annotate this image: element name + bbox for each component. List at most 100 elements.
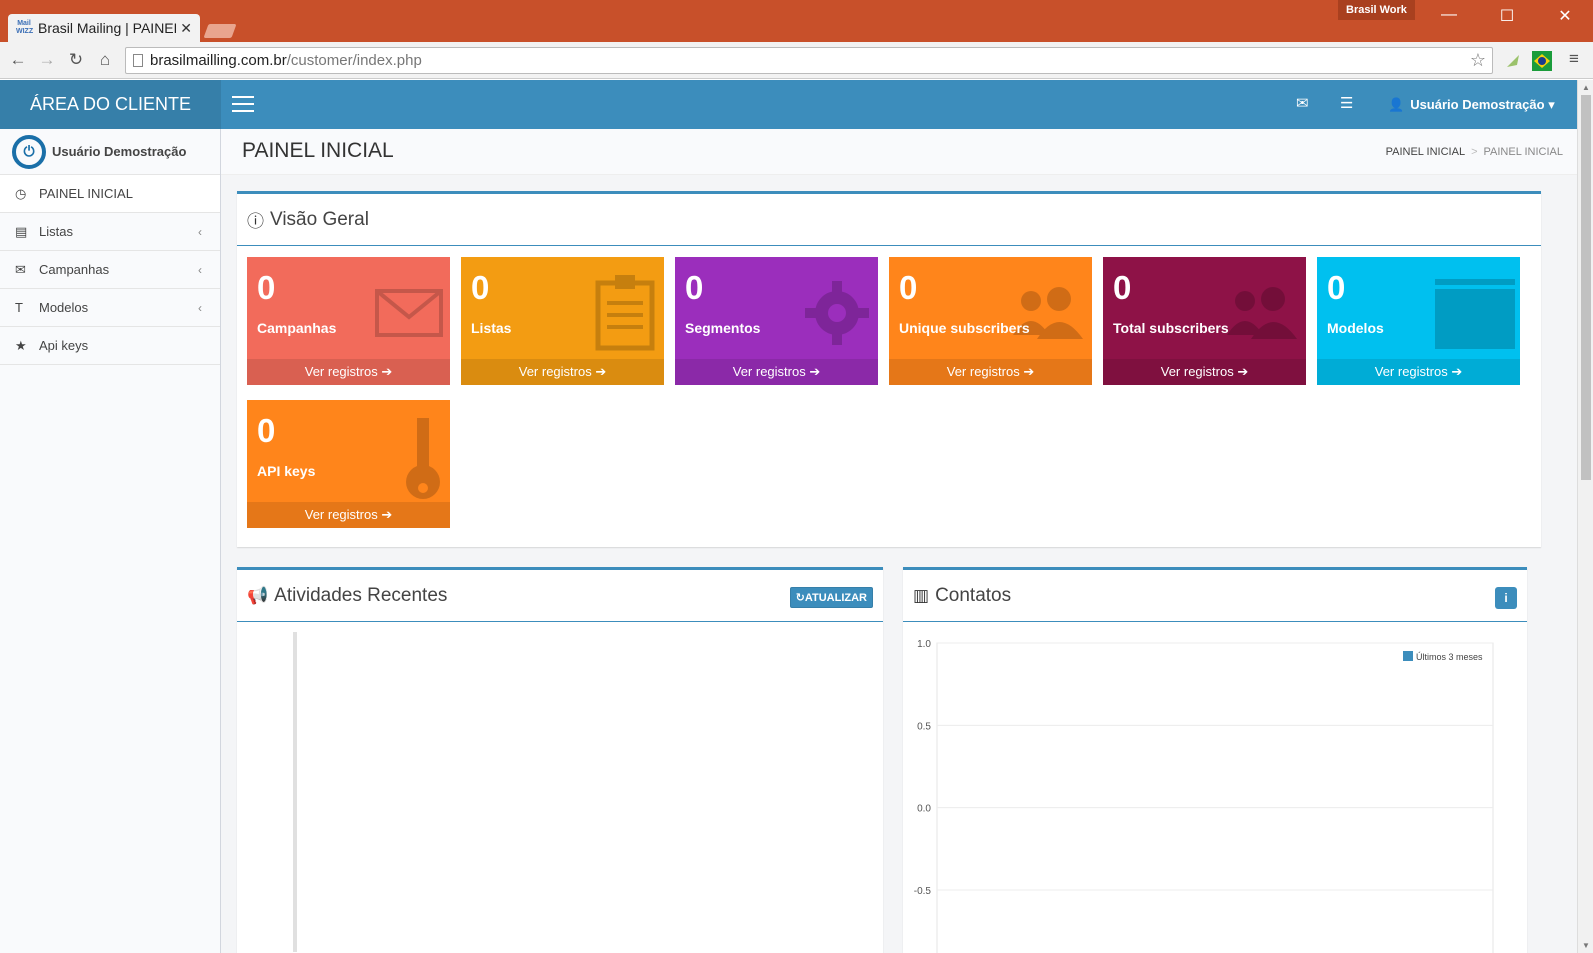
sidebar-user-name: Usuário Demostração [52,144,187,159]
tile-more-link[interactable]: Ver registros ➔ [889,359,1092,385]
forward-icon[interactable]: → [36,50,58,70]
tile-more-link[interactable]: Ver registros ➔ [1103,359,1306,385]
tile-listas: 0 Listas Ver registros ➔ [461,257,664,385]
overview-box: ⓘ Visão Geral 0 Campanhas Ver registros … [237,191,1541,547]
chart-legend-label: Últimos 3 meses [1416,652,1483,662]
clipboard-icon [595,275,655,351]
window-close-icon[interactable]: ✕ [1550,6,1580,26]
timeline-line [293,632,297,952]
app-header: ÁREA DO CLIENTE ✉ ☰ 👤 Usuário Demostração… [0,80,1577,129]
users-icon [1227,287,1297,339]
dashboard-icon: ◷ [15,185,27,201]
profile-badge[interactable]: Brasil Work [1338,0,1415,20]
power-logo-icon: ⏻ [12,134,46,169]
bullhorn-icon: 📢 [247,585,269,605]
tile-campanhas: 0 Campanhas Ver registros ➔ [247,257,450,385]
bookmark-star-icon[interactable]: ☆ [1470,48,1486,73]
tile-label: Modelos [1327,320,1384,336]
sidebar-item-label: Campanhas [39,262,110,277]
info-button[interactable]: i [1495,587,1517,609]
reload-icon[interactable]: ↻ [65,50,87,70]
tile-more-link[interactable]: Ver registros ➔ [1317,359,1520,385]
sidebar: ⏻ Usuário Demostração ◷ PAINEL INICIAL ▤… [0,129,221,953]
main-content: ⓘ Visão Geral 0 Campanhas Ver registros … [221,175,1577,953]
address-bar[interactable]: brasilmailling.com.br/customer/index.php… [125,47,1493,74]
chart-y-tick-label: 0.5 [917,721,931,732]
tile-label: Listas [471,320,512,336]
tile-value: 0 [257,269,276,306]
browser-tab[interactable]: Mail WIZZ Brasil Mailing | PAINEL INICIA… [8,14,200,42]
activities-header: 📢 Atividades Recentes ↻ATUALIZAR [237,570,883,622]
contacts-header: ▥ Contatos i [903,570,1527,622]
minimize-icon[interactable]: — [1434,6,1464,24]
messages-envelope-icon[interactable]: ✉ [1296,94,1309,112]
tile-value: 0 [1113,269,1132,306]
extension-leaf-icon[interactable] [1503,51,1523,71]
scroll-down-icon[interactable]: ▼ [1582,941,1590,950]
chart-y-tick-label: -0.5 [914,886,932,897]
chart-y-tick-label: 0.0 [917,804,931,815]
user-menu-name: Usuário Demostração [1410,97,1545,112]
back-icon[interactable]: ← [7,50,29,70]
arrow-circle-right-icon: ➔ [381,507,393,522]
overview-header: ⓘ Visão Geral [237,194,1541,246]
breadcrumb: PAINEL INICIAL > PAINEL INICIAL [1385,146,1563,158]
browser-menu-icon[interactable]: ≡ [1563,49,1585,69]
chart-y-tick-label: 1.0 [917,639,931,650]
new-tab-button[interactable] [203,24,237,38]
arrow-circle-right-icon: ➔ [1451,364,1463,379]
tile-value: 0 [899,269,918,306]
favicon-icon: Mail WIZZ [16,20,34,35]
user-icon: 👤 [1388,97,1405,112]
scroll-up-icon[interactable]: ▲ [1582,83,1590,92]
tile-more-link[interactable]: Ver registros ➔ [247,359,450,385]
tile-more-link[interactable]: Ver registros ➔ [675,359,878,385]
envelope-icon [375,289,443,337]
browser-titlebar: Mail WIZZ Brasil Mailing | PAINEL INICIA… [0,0,1593,42]
tile-modelos: 0 Modelos Ver registros ➔ [1317,257,1520,385]
sidebar-item-campanhas[interactable]: ✉ Campanhas ‹ [0,251,220,289]
sidebar-item-api-keys[interactable]: ★ Api keys [0,327,220,365]
recent-activities-box: 📢 Atividades Recentes ↻ATUALIZAR [237,567,883,953]
tile-label: Total subscribers [1113,320,1229,336]
star-icon: ★ [15,337,27,353]
tile-more-link[interactable]: Ver registros ➔ [247,502,450,528]
tile-unique-subscribers: 0 Unique subscribers Ver registros ➔ [889,257,1092,385]
window-icon [1435,279,1515,349]
page-scrollbar[interactable]: ▲ ▼ [1577,80,1593,953]
tile-value: 0 [1327,269,1346,306]
info-circle-icon: ⓘ [247,212,264,231]
sidebar-item-modelos[interactable]: T Modelos ‹ [0,289,220,327]
home-icon[interactable]: ⌂ [94,50,116,70]
refresh-button[interactable]: ↻ATUALIZAR [789,587,873,608]
text-icon: T [15,300,23,315]
scrollbar-thumb[interactable] [1581,95,1591,480]
arrow-circle-right-icon: ➔ [381,364,393,379]
arrow-circle-right-icon: ➔ [595,364,607,379]
user-panel: ⏻ Usuário Demostração [0,129,220,175]
caret-down-icon: ▾ [1548,97,1555,112]
tile-label: Segmentos [685,320,761,336]
sidebar-toggle-icon[interactable] [232,96,254,112]
maximize-icon[interactable]: ☐ [1492,6,1522,26]
page-icon [133,54,143,67]
notifications-list-icon[interactable]: ☰ [1340,94,1353,112]
close-tab-icon[interactable]: ✕ [180,20,192,37]
brand-title[interactable]: ÁREA DO CLIENTE [0,80,221,129]
chevron-left-icon: ‹ [198,300,202,315]
arrow-circle-right-icon: ➔ [1023,364,1035,379]
tile-more-link[interactable]: Ver registros ➔ [461,359,664,385]
refresh-icon: ↻ [795,592,805,604]
breadcrumb-link[interactable]: PAINEL INICIAL [1386,146,1465,158]
contacts-box: ▥ Contatos i 1.0 0.5 0.0 -0.5 Últimos 3 mese… [903,567,1527,953]
contacts-chart: 1.0 0.5 0.0 -0.5 Últimos 3 meses [903,623,1537,953]
user-menu[interactable]: 👤 Usuário Demostração ▾ [1388,80,1555,129]
sidebar-item-painel-inicial[interactable]: ◷ PAINEL INICIAL [0,175,220,213]
sidebar-item-listas[interactable]: ▤ Listas ‹ [0,213,220,251]
tile-value: 0 [685,269,704,306]
brazil-flag-icon[interactable] [1532,51,1552,71]
sidebar-item-label: Modelos [39,300,89,315]
envelope-icon: ✉ [15,261,26,277]
url-domain: brasilmailling.com.br [150,52,287,69]
contacts-title: Contatos [935,584,1012,606]
